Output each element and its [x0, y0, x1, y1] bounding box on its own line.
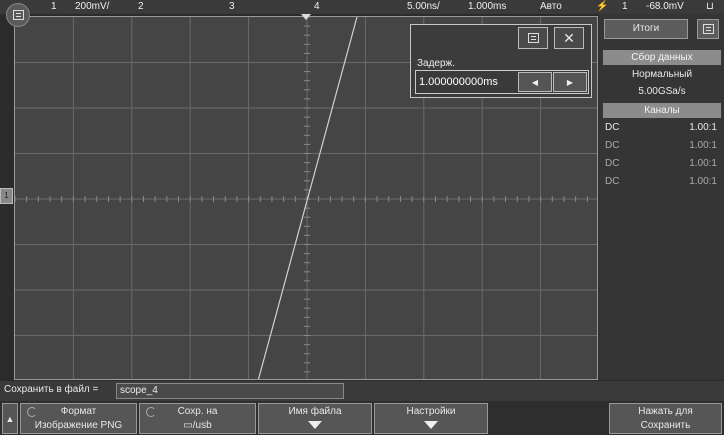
trigger-position-marker[interactable]: [301, 14, 311, 20]
delay-increment-button[interactable]: ▶: [553, 72, 587, 92]
acquisition-header: Сбор данных: [603, 50, 721, 65]
arrow-left-icon: ◀: [531, 77, 539, 87]
arrow-down-icon: [308, 421, 322, 429]
save-to-softkey[interactable]: Сохр. на ▭/usb: [139, 403, 256, 434]
channel-probe: 1.00:1: [689, 176, 717, 187]
delay-decrement-button[interactable]: ◀: [518, 72, 552, 92]
channel-row: DC 1.00:1: [605, 140, 719, 154]
format-value: Изображение PNG: [34, 420, 123, 431]
trigger-edge-icon: ⚡: [596, 1, 609, 12]
menu-icon: [12, 10, 24, 20]
format-softkey[interactable]: Формат Изображение PNG: [20, 403, 137, 434]
channel-probe: 1.00:1: [689, 122, 717, 133]
press-to-save-softkey[interactable]: Нажать для Сохранить: [609, 403, 722, 434]
horizontal-delay[interactable]: 1.000ms: [468, 1, 506, 12]
press-to-save-line1: Нажать для: [638, 406, 693, 417]
settings-softkey[interactable]: Настройки: [374, 403, 488, 434]
delay-input[interactable]: 1.000000000ms ◀ ▶: [415, 70, 589, 94]
channel-1-number[interactable]: 1: [51, 1, 57, 12]
filename-title: Имя файла: [288, 406, 342, 417]
channels-header: Каналы: [603, 103, 721, 118]
delay-popup: ✕ Задерж. 1.000000000ms ◀ ▶: [410, 24, 592, 98]
status-bar: 1 200mV/ 2 3 4 5.00ns/ 1.000ms Авто ⚡ 1 …: [0, 0, 724, 14]
press-to-save-line2: Сохранить: [640, 420, 691, 431]
channel-ground-marker[interactable]: 1: [0, 188, 13, 204]
save-to-value: ▭/usb: [183, 420, 212, 431]
filename-field[interactable]: scope_4: [116, 383, 344, 399]
sample-rate: 5.00GSa/s: [638, 86, 686, 97]
close-icon: ✕: [563, 29, 575, 46]
popup-close-button[interactable]: ✕: [554, 27, 584, 49]
arrow-down-icon: [424, 421, 438, 429]
channel-coupling: DC: [605, 176, 620, 187]
filename-softkey[interactable]: Имя файла: [258, 403, 372, 434]
channel-4-number[interactable]: 4: [314, 1, 320, 12]
channel-probe: 1.00:1: [689, 158, 717, 169]
delay-value: 1.000000000ms: [419, 76, 498, 88]
channel-row: DC 1.00:1: [605, 122, 719, 136]
menu-icon: [702, 24, 714, 34]
save-to-title: Сохр. на: [177, 406, 218, 417]
trigger-mode[interactable]: Авто: [540, 1, 562, 12]
save-file-row: Сохранить в файл = scope_4: [0, 381, 724, 401]
channel-coupling: DC: [605, 122, 620, 133]
channel-row: DC 1.00:1: [605, 176, 719, 190]
back-button[interactable]: ▲: [2, 403, 18, 434]
channel-1-scale[interactable]: 200mV/: [75, 1, 109, 12]
tab-summary[interactable]: Итоги: [604, 19, 688, 39]
save-file-label: Сохранить в файл =: [4, 384, 99, 395]
channel-2-number[interactable]: 2: [138, 1, 144, 12]
timebase-scale[interactable]: 5.00ns/: [407, 1, 440, 12]
trigger-level[interactable]: -68.0mV: [646, 1, 684, 12]
format-title: Формат: [60, 406, 97, 417]
arrow-right-icon: ▶: [566, 77, 574, 87]
menu-icon: [527, 33, 539, 43]
delay-label: Задерж.: [417, 58, 456, 69]
settings-title: Настройки: [406, 406, 456, 417]
channel-row: DC 1.00:1: [605, 158, 719, 172]
arrow-up-icon: ▲: [5, 413, 15, 424]
trigger-slope-icon: ⊔: [706, 1, 714, 12]
trigger-source[interactable]: 1: [622, 1, 628, 12]
channel-coupling: DC: [605, 140, 620, 151]
tab-menu[interactable]: [697, 19, 719, 39]
channel-3-number[interactable]: 3: [229, 1, 235, 12]
channel-probe: 1.00:1: [689, 140, 717, 151]
main-menu-button[interactable]: [6, 3, 30, 27]
channel-coupling: DC: [605, 158, 620, 169]
popup-menu-button[interactable]: [518, 27, 548, 49]
acquisition-mode: Нормальный: [631, 69, 693, 80]
